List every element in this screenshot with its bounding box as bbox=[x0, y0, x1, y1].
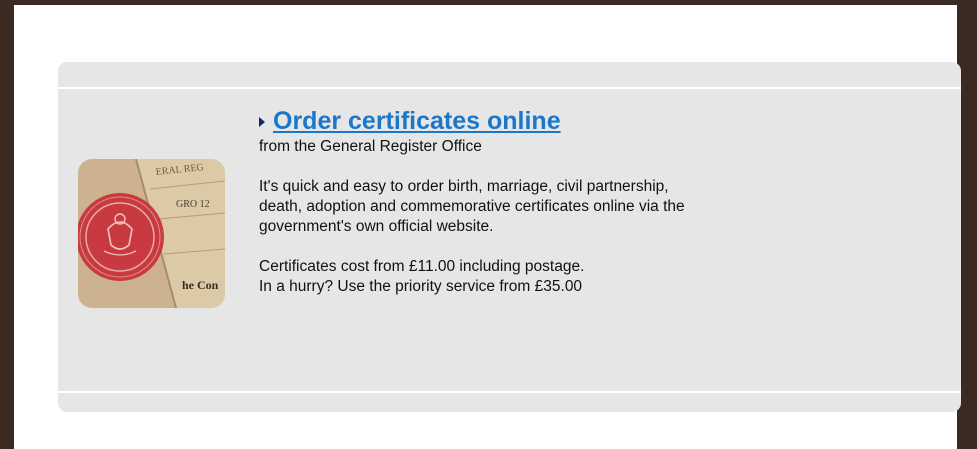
pricing-line: Certificates cost from £11.00 including … bbox=[259, 258, 585, 275]
pricing-line: In a hurry? Use the priority service fro… bbox=[259, 278, 583, 295]
promo-content: Order certificates online from the Gener… bbox=[259, 106, 949, 297]
title-row: Order certificates online bbox=[259, 106, 949, 136]
subtitle: from the General Register Office bbox=[259, 138, 482, 155]
bullet-arrow-icon bbox=[259, 117, 265, 127]
pricing-paragraph: Certificates cost from £11.00 including … bbox=[259, 257, 949, 297]
description-line: It's quick and easy to order birth, marr… bbox=[259, 178, 669, 195]
order-certificates-link[interactable]: Order certificates online bbox=[273, 106, 561, 136]
image-ref-text: GRO 12 bbox=[176, 199, 210, 210]
panel-bottom-strip bbox=[58, 391, 961, 412]
description-line: government's own official website. bbox=[259, 218, 494, 235]
image-footer-text: he Con bbox=[182, 278, 219, 292]
page-background: ERAL REG GRO 12 he Con Order certificate… bbox=[14, 5, 961, 449]
panel-top-strip bbox=[58, 62, 961, 89]
certificate-seal-icon: ERAL REG GRO 12 he Con bbox=[78, 159, 225, 308]
description-line: death, adoption and commemorative certif… bbox=[259, 198, 685, 215]
certificate-seal-image[interactable]: ERAL REG GRO 12 he Con bbox=[78, 159, 225, 308]
promo-panel: ERAL REG GRO 12 he Con Order certificate… bbox=[58, 62, 961, 412]
description-paragraph: It's quick and easy to order birth, marr… bbox=[259, 177, 949, 237]
